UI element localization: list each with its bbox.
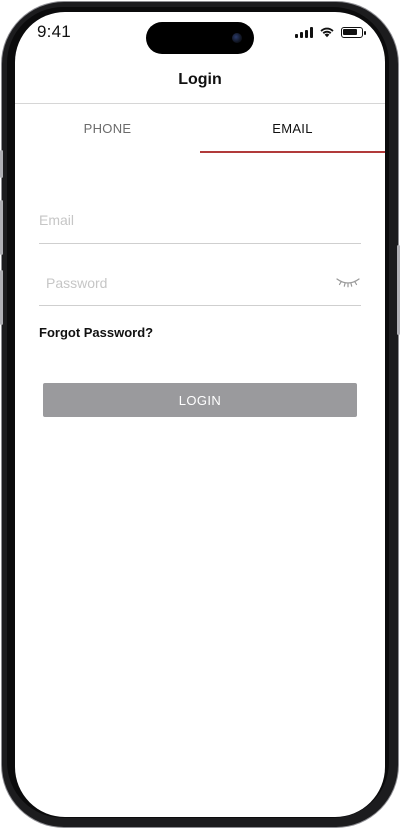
app-header: Login xyxy=(15,67,385,104)
volume-up-button xyxy=(0,200,3,255)
status-icons xyxy=(295,26,366,38)
front-camera-icon xyxy=(232,33,242,43)
phone-device: 9:41 Login PHONE EMAIL Email Forgot Pass… xyxy=(0,0,400,829)
email-field xyxy=(39,207,361,244)
action-button xyxy=(0,150,3,178)
forgot-password-link[interactable]: Forgot Password? xyxy=(39,325,153,340)
eye-closed-icon[interactable] xyxy=(335,273,361,291)
dynamic-island xyxy=(146,22,254,54)
battery-level xyxy=(343,28,357,35)
tab-email[interactable]: EMAIL xyxy=(200,104,385,153)
cellular-signal-icon xyxy=(295,26,313,38)
tab-phone[interactable]: PHONE xyxy=(15,104,200,153)
active-tab-indicator xyxy=(200,151,385,153)
password-input[interactable] xyxy=(39,270,316,296)
wifi-icon xyxy=(320,27,334,38)
battery-icon xyxy=(341,26,366,38)
page-title: Login xyxy=(178,71,222,88)
password-field xyxy=(39,270,361,306)
login-method-tabs: PHONE EMAIL xyxy=(15,104,385,153)
email-input[interactable] xyxy=(39,207,361,233)
screen: 9:41 Login PHONE EMAIL Email Forgot Pass… xyxy=(15,12,385,817)
status-time: 9:41 xyxy=(37,22,71,41)
volume-down-button xyxy=(0,270,3,325)
login-button[interactable]: LOGIN xyxy=(43,383,357,417)
